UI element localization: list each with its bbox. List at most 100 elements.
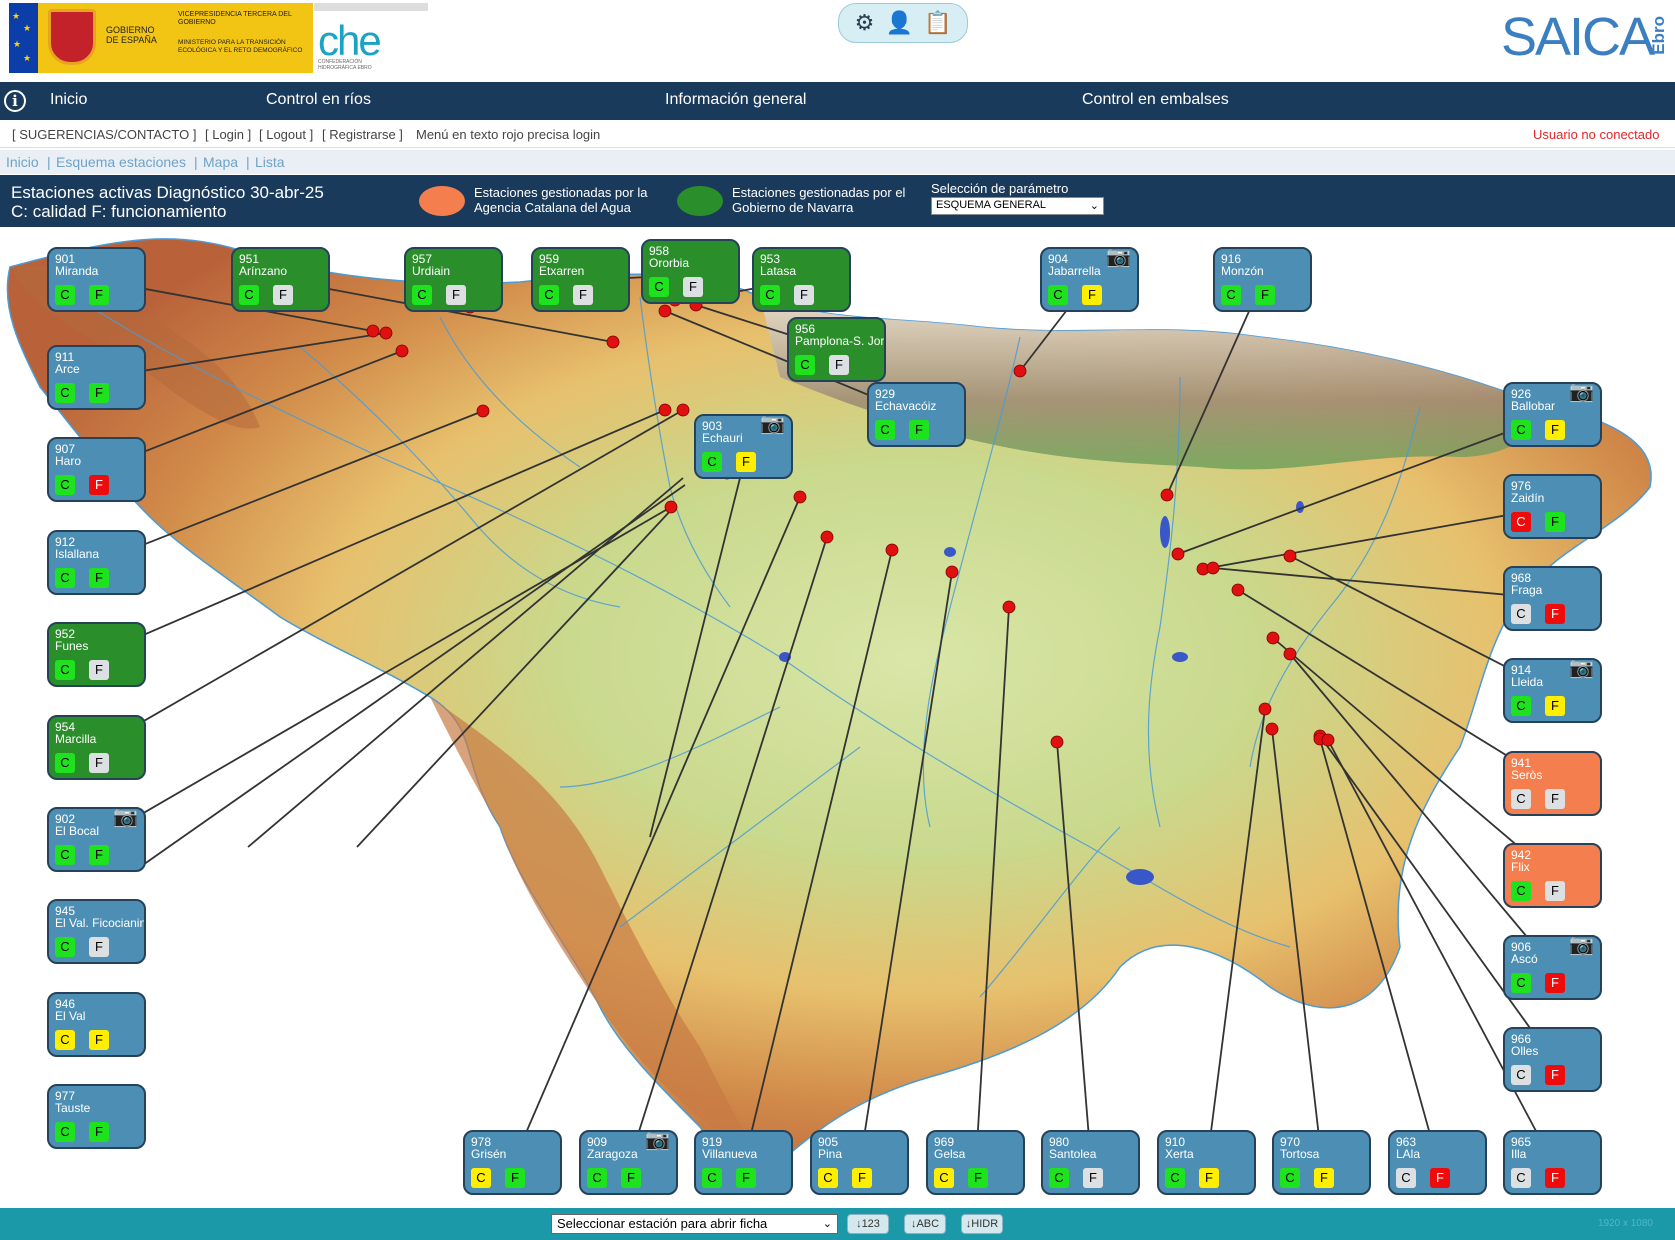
station-905[interactable]: 905 Pina C F	[810, 1130, 909, 1195]
camera-icon[interactable]: 📷	[1569, 384, 1594, 402]
quality-badge[interactable]: C	[1511, 881, 1531, 901]
station-dot-907[interactable]	[395, 344, 409, 358]
station-dot-912[interactable]	[476, 404, 490, 418]
station-dot-980[interactable]	[1050, 735, 1064, 749]
function-badge[interactable]: F	[89, 285, 109, 305]
quality-badge[interactable]: C	[818, 1168, 838, 1188]
station-904[interactable]: 904 Jabarrella C F 📷	[1040, 247, 1139, 312]
station-903[interactable]: 903 Echauri C F 📷	[694, 414, 793, 479]
logout-link[interactable]: [ Logout ]	[259, 127, 313, 142]
function-badge[interactable]: F	[736, 452, 756, 472]
quality-badge[interactable]: C	[471, 1168, 491, 1188]
station-965[interactable]: 965 Illa C F	[1503, 1130, 1602, 1195]
function-badge[interactable]: F	[1545, 881, 1565, 901]
function-badge[interactable]: F	[1545, 1065, 1565, 1085]
station-dot-929[interactable]	[658, 304, 672, 318]
function-badge[interactable]: F	[621, 1168, 641, 1188]
clipboard-icon[interactable]: 📋	[924, 10, 951, 36]
nav-control-rios[interactable]: Control en ríos	[266, 91, 371, 109]
government-logo[interactable]: GOBIERNO DE ESPAÑA VICEPRESIDENCIA TERCE…	[38, 3, 313, 73]
function-badge[interactable]: F	[1545, 1168, 1565, 1188]
quality-badge[interactable]: C	[55, 937, 75, 957]
sort-alpha-button[interactable]: ↓ABC	[904, 1214, 946, 1234]
station-969[interactable]: 969 Gelsa C F	[926, 1130, 1025, 1195]
station-941[interactable]: 941 Seròs C F	[1503, 751, 1602, 816]
station-dot-906[interactable]	[1283, 647, 1297, 661]
station-919[interactable]: 919 Villanueva C F	[694, 1130, 793, 1195]
station-dot-968[interactable]	[1206, 561, 1220, 575]
station-dot-919[interactable]	[885, 543, 899, 557]
quality-badge[interactable]: C	[1165, 1168, 1185, 1188]
station-dot-942[interactable]	[1266, 631, 1280, 645]
station-dot-905[interactable]	[945, 565, 959, 579]
station-dot-941[interactable]	[1231, 583, 1245, 597]
nav-control-embalses[interactable]: Control en embalses	[1082, 91, 1229, 109]
function-badge[interactable]: F	[573, 285, 593, 305]
quality-badge[interactable]: C	[1221, 285, 1241, 305]
function-badge[interactable]: F	[89, 1030, 109, 1050]
station-dot-978[interactable]	[793, 490, 807, 504]
camera-icon[interactable]: 📷	[113, 809, 138, 827]
camera-icon[interactable]: 📷	[1569, 937, 1594, 955]
station-978[interactable]: 978 Grisén C F	[463, 1130, 562, 1195]
station-942[interactable]: 942 Flix C F	[1503, 843, 1602, 908]
station-dot-904[interactable]	[1013, 364, 1027, 378]
quality-badge[interactable]: C	[55, 383, 75, 403]
quality-badge[interactable]: C	[55, 845, 75, 865]
quality-badge[interactable]: C	[702, 452, 722, 472]
nav-inicio[interactable]: Inicio	[50, 91, 87, 109]
function-badge[interactable]: F	[89, 475, 109, 495]
station-dot-954[interactable]	[676, 403, 690, 417]
station-970[interactable]: 970 Tortosa C F	[1272, 1130, 1371, 1195]
station-906[interactable]: 906 Ascó C F 📷	[1503, 935, 1602, 1000]
function-badge[interactable]: F	[89, 568, 109, 588]
info-icon[interactable]: i	[4, 90, 26, 112]
station-dot-902[interactable]	[664, 500, 678, 514]
quality-badge[interactable]: C	[55, 285, 75, 305]
station-956[interactable]: 956 Pamplona-S. Jorg C F	[787, 317, 886, 382]
function-badge[interactable]: F	[1083, 1168, 1103, 1188]
quality-badge[interactable]: C	[1511, 1065, 1531, 1085]
function-badge[interactable]: F	[1082, 285, 1102, 305]
function-badge[interactable]: F	[736, 1168, 756, 1188]
function-badge[interactable]: F	[1314, 1168, 1334, 1188]
function-badge[interactable]: F	[1430, 1168, 1450, 1188]
station-907[interactable]: 907 Haro C F	[47, 437, 146, 502]
function-badge[interactable]: F	[1199, 1168, 1219, 1188]
station-911[interactable]: 911 Arce C F	[47, 345, 146, 410]
quality-badge[interactable]: C	[649, 277, 669, 297]
camera-icon[interactable]: 📷	[1106, 249, 1131, 267]
quality-badge[interactable]: C	[1049, 1168, 1069, 1188]
quality-badge[interactable]: C	[702, 1168, 722, 1188]
quality-badge[interactable]: C	[795, 355, 815, 375]
station-916[interactable]: 916 Monzón C F	[1213, 247, 1312, 312]
function-badge[interactable]: F	[273, 285, 293, 305]
crumb-inicio[interactable]: Inicio	[6, 154, 39, 170]
station-914[interactable]: 914 Lleida C F 📷	[1503, 658, 1602, 723]
function-badge[interactable]: F	[794, 285, 814, 305]
station-dot-916[interactable]	[1160, 488, 1174, 502]
station-select[interactable]: Seleccionar estación para abrir ficha ⌄	[551, 1214, 838, 1234]
che-logo[interactable]: che CONFEDERACIÓN HIDROGRÁFICA EBRO	[314, 3, 428, 73]
station-959[interactable]: 959 Etxarren C F	[531, 247, 630, 312]
quality-badge[interactable]: C	[239, 285, 259, 305]
function-badge[interactable]: F	[683, 277, 703, 297]
station-957[interactable]: 957 Urdiain C F	[404, 247, 503, 312]
crumb-esquema[interactable]: Esquema estaciones	[56, 154, 186, 170]
quality-badge[interactable]: C	[55, 475, 75, 495]
quality-badge[interactable]: C	[412, 285, 432, 305]
station-968[interactable]: 968 Fraga C F	[1503, 566, 1602, 631]
function-badge[interactable]: F	[1545, 604, 1565, 624]
station-901[interactable]: 901 Miranda C F	[47, 247, 146, 312]
station-951[interactable]: 951 Arínzano C F	[231, 247, 330, 312]
quality-badge[interactable]: C	[1511, 512, 1531, 532]
camera-icon[interactable]: 📷	[645, 1132, 670, 1150]
network-icon[interactable]: ⚙	[855, 10, 875, 36]
station-980[interactable]: 980 Santolea C F	[1041, 1130, 1140, 1195]
station-dot-909[interactable]	[820, 530, 834, 544]
function-badge[interactable]: F	[968, 1168, 988, 1188]
station-dot-910[interactable]	[1258, 702, 1272, 716]
station-946[interactable]: 946 El Val C F	[47, 992, 146, 1057]
login-link[interactable]: [ Login ]	[205, 127, 251, 142]
station-dot-965[interactable]	[1321, 733, 1335, 747]
